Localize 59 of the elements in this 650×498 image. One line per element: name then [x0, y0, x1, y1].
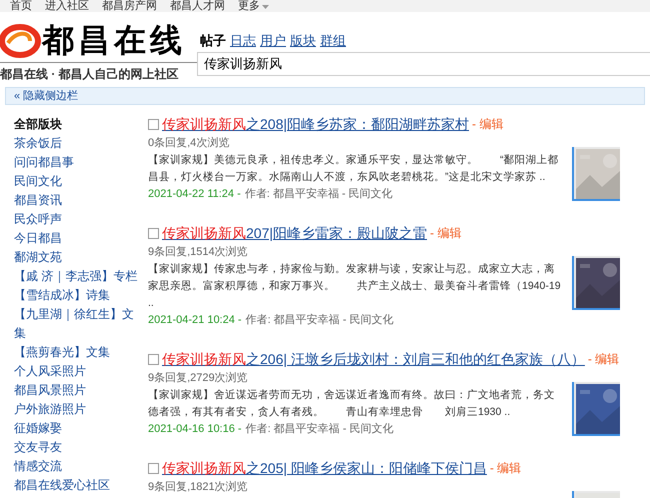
result-title-link[interactable]: 传家训扬新风207|阳峰乡雷家：殿山陂之雷	[162, 224, 427, 242]
result-stats: 0条回复,4次浏览	[148, 136, 230, 151]
sidebar-item[interactable]: 问问都昌事	[14, 153, 140, 172]
site-slogan: 都昌在线 · 都昌人自己的网上社区	[0, 62, 197, 83]
result-title-link[interactable]: 传家训扬新风之206| 汪墩乡后垅刘村：刘肩三和他的红色家族（八）	[162, 350, 585, 368]
checkbox[interactable]	[148, 462, 159, 474]
sidebar-item[interactable]: 都昌风景照片	[14, 381, 140, 400]
logo-title: 都昌在线	[42, 21, 186, 59]
search-field[interactable]: 传家训扬新风	[197, 52, 650, 76]
top-nav-link[interactable]: 进入社区	[45, 0, 89, 12]
search-tab[interactable]: 帖子	[200, 31, 226, 51]
caret-icon	[262, 4, 269, 8]
sidebar-item[interactable]: 民众呼声	[14, 210, 140, 229]
top-nav-link[interactable]: 都昌房产网	[102, 0, 157, 12]
sidebar-item[interactable]: 都昌资讯	[14, 191, 140, 210]
search-tab[interactable]: 日志	[230, 31, 256, 51]
post-byline: 作者: 都昌平安幸福 - 民间文化	[244, 186, 393, 202]
post-date: 2021-04-16 10:16 -	[148, 422, 242, 437]
checkbox[interactable]	[148, 354, 159, 364]
thumbnail[interactable]	[572, 147, 620, 201]
result-excerpt: 【家训家规】舍近谋远者劳而无功，舍远谋近者逸而有终。故曰：广文地者荒，务文德者强，有其有者安，贪人有者残。 青山有幸埋忠骨 刘肩三1930 ..	[148, 388, 556, 420]
result-title-link[interactable]: 传家训扬新风之208|阳峰乡苏家：鄱阳湖畔苏家村	[162, 115, 469, 133]
result-stats: 9条回复,1821次浏览	[148, 480, 249, 495]
sidebar-item[interactable]: 情感交流	[14, 457, 140, 476]
sidebar-item[interactable]: 交友寻友	[14, 438, 140, 457]
sidebar-item[interactable]: 户外旅游照片	[14, 400, 140, 419]
hide-sidebar-link[interactable]: « 隐藏侧边栏	[14, 88, 78, 104]
top-nav-link[interactable]: 更多	[238, 0, 269, 12]
sidebar-item[interactable]: 【戚 济｜李志强】专栏	[14, 267, 140, 286]
post-date: 2021-04-22 11:24 -	[148, 187, 241, 202]
result-stats: 9条回复,1514次浏览	[148, 244, 249, 260]
checkbox[interactable]	[148, 228, 159, 238]
search-tab[interactable]: 用户	[260, 31, 286, 51]
sidebar-heading: 全部版块	[14, 116, 63, 133]
result-title-link[interactable]: 传家训扬新风之205| 阳峰乡侯家山：阳储峰下侯门昌	[162, 459, 487, 477]
post-date: 2021-04-21 10:24 -	[148, 313, 242, 328]
logo-icon	[0, 21, 42, 59]
result-excerpt: 【家训家规】美德元良承，祖传忠孝义。家通乐平安，显达常敏守。 “鄱阳湖上都昌县，灯火楼台一万家。水隔南山人不渡，东风吹老碧桃花。”这是北宋文学家苏 ..	[148, 153, 560, 185]
top-nav-link[interactable]: 首页	[10, 0, 32, 12]
sidebar-item[interactable]: 【雪结成冰】诗集	[14, 286, 140, 305]
search-tab[interactable]: 版块	[290, 31, 316, 51]
checkbox[interactable]	[148, 118, 159, 130]
sidebar-item[interactable]: 都昌在线爱心社区	[14, 476, 140, 495]
sidebar-item[interactable]: 鄱湖文苑	[14, 248, 140, 267]
thumbnail[interactable]	[572, 382, 620, 436]
post-byline: 作者: 都昌平安幸福 - 民间文化	[246, 312, 394, 328]
sidebar-item[interactable]: 个人风采照片	[14, 362, 140, 381]
sidebar-item[interactable]: 今日都昌	[14, 229, 140, 248]
top-nav-link[interactable]: 都昌人才网	[170, 0, 225, 12]
result-excerpt: 【家训家规】传家忠与孝，持家俭与勤。发家耕与读，安家让与忍。成家立大志，离家思亲恩。富家积厚德，和家万事兴。 共产主义战士、最美奋斗者雷锋（1940-19 ..	[148, 262, 562, 311]
search-tab[interactable]: 群组	[320, 31, 346, 51]
result-stats: 9条回复,2729次浏览	[148, 370, 249, 386]
sidebar-item[interactable]: 【九里湖｜徐红生】文集	[14, 305, 140, 343]
sidebar-item[interactable]: 征婚嫁娶	[14, 419, 140, 438]
post-byline: 作者: 都昌平安幸福 - 民间文化	[246, 422, 394, 437]
sidebar-item[interactable]: 【燕剪春光】文集	[14, 343, 140, 362]
sidebar-item[interactable]: 民间文化	[14, 172, 140, 191]
sidebar-item[interactable]: 茶余饭后	[14, 134, 140, 153]
thumbnail[interactable]	[572, 256, 620, 310]
